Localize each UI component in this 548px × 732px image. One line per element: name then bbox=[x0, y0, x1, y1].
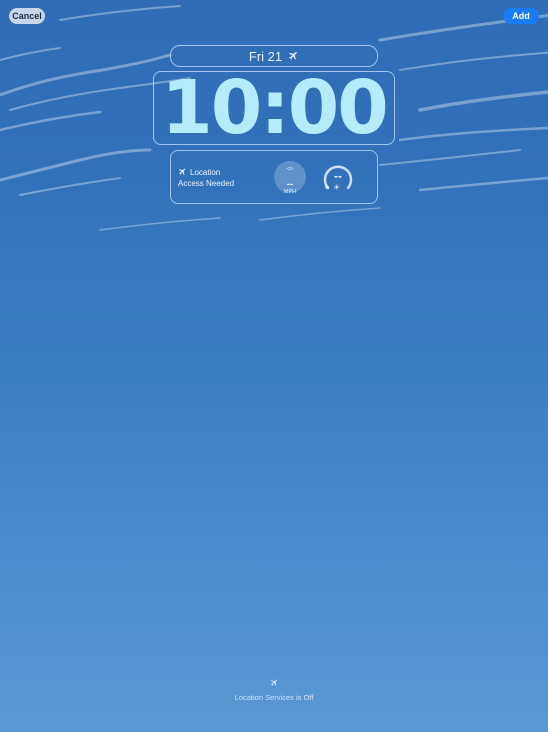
airplane-icon bbox=[288, 49, 299, 64]
cancel-button[interactable]: Cancel bbox=[9, 8, 45, 24]
location-label: Location bbox=[190, 168, 221, 177]
uv-gauge-widget[interactable]: -- ☀ bbox=[321, 161, 355, 195]
widget-area[interactable]: Location Access Needed -- MPH -- ☀ bbox=[170, 150, 378, 204]
location-widget[interactable]: Location Access Needed bbox=[178, 167, 234, 189]
location-services-text: Location Services is Off bbox=[234, 693, 314, 702]
wifi-icon bbox=[286, 159, 294, 177]
add-button[interactable]: Add bbox=[503, 8, 539, 24]
sun-icon: ☀ bbox=[333, 183, 341, 192]
location-services-notice: Location Services is Off bbox=[0, 674, 548, 702]
date-widget[interactable]: Fri 21 bbox=[170, 45, 378, 67]
speed-unit: MPH bbox=[283, 189, 297, 195]
speed-widget[interactable]: -- MPH bbox=[274, 159, 306, 195]
date-text: Fri 21 bbox=[248, 48, 283, 64]
clock-time: 10:00 bbox=[161, 65, 389, 151]
speed-value: -- bbox=[286, 179, 294, 190]
location-status: Access Needed bbox=[178, 179, 235, 188]
clock-widget[interactable]: 10:00 bbox=[153, 71, 395, 145]
location-arrow-icon bbox=[270, 674, 279, 692]
uv-value: -- bbox=[334, 169, 342, 183]
location-arrow-icon bbox=[178, 167, 187, 179]
